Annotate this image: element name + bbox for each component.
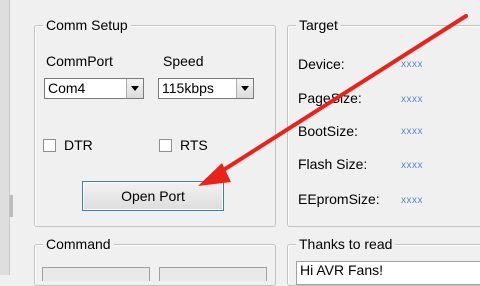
eeprom-size-value: xxxx xyxy=(401,195,423,206)
device-label: Device: xyxy=(298,56,345,72)
bootsize-label: BootSize: xyxy=(298,123,358,139)
eeprom-size-label: EEpromSize: xyxy=(298,191,380,207)
commport-label: CommPort xyxy=(46,53,113,69)
dtr-checkbox[interactable] xyxy=(43,139,56,152)
target-title: Target xyxy=(296,17,341,34)
commport-value: Com4 xyxy=(48,80,86,96)
chevron-down-icon xyxy=(131,86,139,91)
splitter-mark xyxy=(10,195,13,217)
thanks-textbox[interactable]: Hi AVR Fans! xyxy=(296,261,480,285)
pagesize-value: xxxx xyxy=(401,94,423,105)
pagesize-label: PageSize: xyxy=(298,90,362,106)
bootsize-value: xxxx xyxy=(401,126,423,137)
open-port-button[interactable]: Open Port xyxy=(82,181,224,211)
rts-checkbox[interactable] xyxy=(159,139,172,152)
command-title: Command xyxy=(43,236,114,253)
command-button-left[interactable] xyxy=(42,267,150,281)
device-value: xxxx xyxy=(401,59,423,70)
speed-dropdown-button[interactable] xyxy=(236,79,253,98)
target-group: Target Device: xxxx PageSize: xxxx BootS… xyxy=(287,17,480,227)
thanks-group: Thanks to read Hi AVR Fans! xyxy=(287,236,480,286)
commport-select[interactable]: Com4 xyxy=(44,78,144,99)
flash-size-label: Flash Size: xyxy=(298,156,368,172)
left-edge-strip xyxy=(0,0,10,275)
thanks-text: Hi AVR Fans! xyxy=(300,262,383,278)
dtr-label[interactable]: DTR xyxy=(64,137,93,154)
command-group: Command xyxy=(34,236,276,286)
rts-label[interactable]: RTS xyxy=(180,137,208,154)
commport-dropdown-button[interactable] xyxy=(126,79,143,98)
thanks-title: Thanks to read xyxy=(296,236,396,253)
speed-value: 115kbps xyxy=(162,80,214,96)
speed-label: Speed xyxy=(163,53,204,69)
command-button-right[interactable] xyxy=(159,267,267,281)
comm-setup-group: Comm Setup CommPort Com4 Speed 115kbps D… xyxy=(34,17,276,227)
speed-select[interactable]: 115kbps xyxy=(158,78,254,99)
chevron-down-icon xyxy=(241,86,249,91)
flash-size-value: xxxx xyxy=(401,160,423,171)
comm-setup-title: Comm Setup xyxy=(43,17,131,34)
